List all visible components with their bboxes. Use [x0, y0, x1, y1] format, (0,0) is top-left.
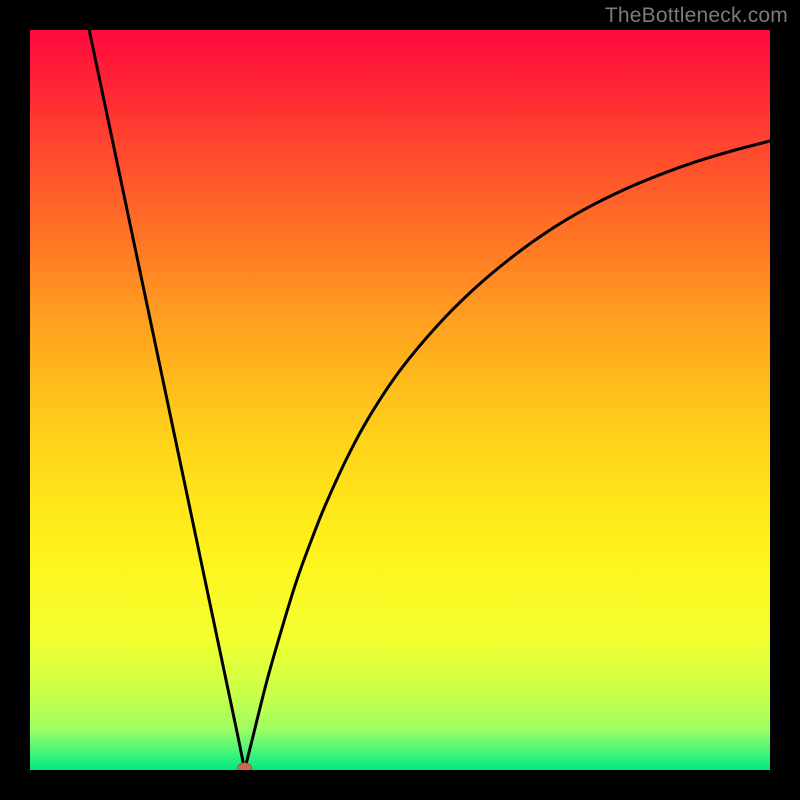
chart-frame: TheBottleneck.com	[0, 0, 800, 800]
plot-svg	[30, 30, 770, 770]
minimum-marker	[238, 763, 252, 770]
gradient-background	[30, 30, 770, 770]
plot-area	[30, 30, 770, 770]
watermark-text: TheBottleneck.com	[605, 4, 788, 28]
